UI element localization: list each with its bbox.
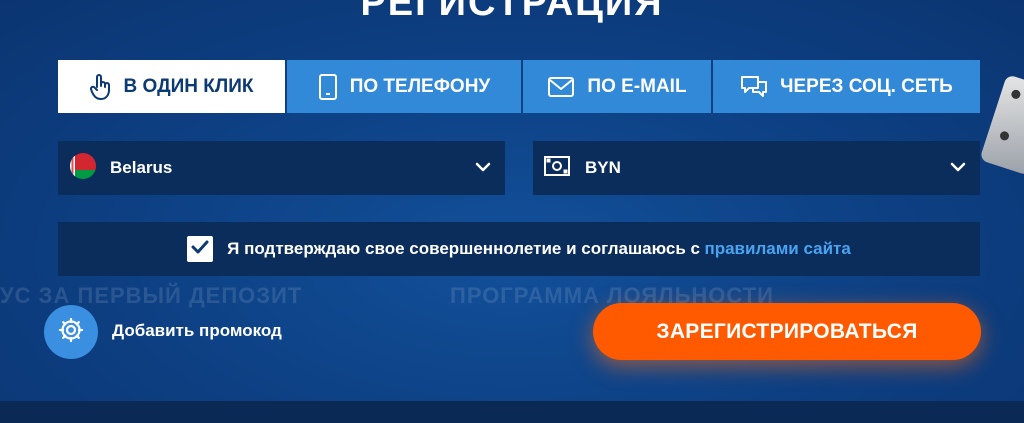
banknote-icon [543,154,571,183]
tab-phone[interactable]: ПО ТЕЛЕФОНУ [287,60,521,113]
add-promo-button[interactable] [44,305,98,359]
country-value: Belarus [110,158,173,177]
chat-icon [740,74,768,100]
phone-icon [318,73,338,101]
tab-label: ПО E-MAIL [587,75,687,97]
envelope-icon [547,76,575,98]
site-rules-link[interactable]: правилами сайта [704,239,850,258]
belarus-flag-icon [70,152,96,184]
tab-label: ЧЕРЕЗ СОЦ. СЕТЬ [780,75,953,97]
terms-agreement-row: Я подтверждаю свое совершеннолетие и сог… [58,222,980,276]
gear-icon [58,317,84,348]
page-title: РЕГИСТРАЦИЯ [360,0,664,24]
tab-email[interactable]: ПО E-MAIL [523,60,711,113]
background-promo-text-left: УС ЗА ПЕРВЫЙ ДЕПОЗИТ [0,283,303,308]
footer-band [0,401,1024,423]
tab-label: ПО ТЕЛЕФОНУ [349,75,491,97]
currency-value: BYN [585,158,621,177]
add-promo-label[interactable]: Добавить промокод [112,321,282,341]
currency-select[interactable]: BYN [533,141,980,195]
tab-one-click[interactable]: В ОДИН КЛИК [58,60,285,113]
checkmark-icon [191,240,209,259]
dice-decoration [979,74,1024,176]
register-button[interactable]: ЗАРЕГИСТРИРОВАТЬСЯ [593,303,981,360]
tab-social[interactable]: ЧЕРЕЗ СОЦ. СЕТЬ [713,60,980,113]
chevron-down-icon [950,160,966,178]
terms-text: Я подтверждаю свое совершеннолетие и сог… [227,239,700,258]
country-select[interactable]: Belarus [58,141,505,195]
hand-pointer-icon [89,73,112,101]
tab-label: В ОДИН КЛИК [123,75,254,97]
terms-checkbox[interactable] [187,236,214,262]
chevron-down-icon [475,160,491,178]
